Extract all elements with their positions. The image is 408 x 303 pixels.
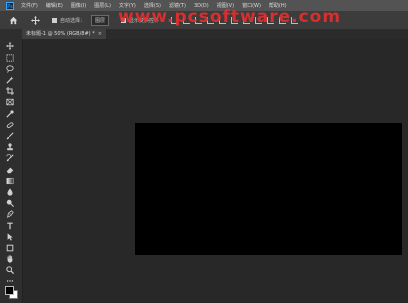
menu-file[interactable]: 文件(F) [21, 2, 38, 9]
menu-window[interactable]: 窗口(W) [242, 2, 261, 9]
clone-stamp-tool-icon[interactable] [3, 142, 17, 152]
align-left-icon[interactable] [171, 16, 179, 24]
type-tool-icon[interactable] [3, 221, 17, 231]
auto-select-dropdown[interactable]: 图层 [91, 14, 110, 26]
hand-tool-icon[interactable] [3, 254, 17, 264]
menu-select[interactable]: 选择(S) [144, 2, 161, 9]
show-transform-checkbox[interactable] [121, 17, 127, 23]
crop-tool-icon[interactable] [3, 86, 17, 96]
menu-help[interactable]: 帮助(H) [269, 2, 287, 9]
dodge-tool-icon[interactable] [3, 198, 17, 208]
more-options-icon[interactable] [291, 16, 299, 24]
marquee-tool-icon[interactable] [3, 53, 17, 63]
menu-edit[interactable]: 编辑(E) [46, 2, 63, 9]
options-bar: 自动选择： 图层 显示变换控件 [0, 11, 408, 30]
menu-view[interactable]: 视图(V) [217, 2, 234, 9]
align-middle-icon[interactable] [219, 16, 227, 24]
align-top-icon[interactable] [207, 16, 215, 24]
move-tool-option-icon[interactable] [28, 13, 42, 27]
path-selection-tool-icon[interactable] [3, 232, 17, 242]
toolbar-grip[interactable] [0, 29, 22, 39]
auto-select-checkbox[interactable] [52, 17, 57, 23]
magic-wand-tool-icon[interactable] [3, 75, 17, 85]
tools-panel [0, 39, 23, 303]
show-transform-control[interactable]: 显示变换控件 [121, 17, 159, 24]
document-tab[interactable]: 未标题-1 @ 50% (RGB/8#) * × [22, 29, 106, 39]
more-tools-icon[interactable] [3, 276, 17, 286]
align-bottom-icon[interactable] [231, 16, 239, 24]
show-transform-label: 显示变换控件 [129, 17, 160, 24]
menu-type[interactable]: 文字(Y) [119, 2, 136, 9]
rectangle-tool-icon[interactable] [3, 243, 17, 253]
home-icon[interactable] [6, 13, 20, 27]
distribute-left-icon[interactable] [243, 16, 251, 24]
document-tab-bar: 未标题-1 @ 50% (RGB/8#) * × [22, 29, 408, 39]
spot-healing-tool-icon[interactable] [3, 120, 17, 130]
eraser-tool-icon[interactable] [3, 165, 17, 175]
history-brush-tool-icon[interactable] [3, 153, 17, 163]
distribute-center-icon[interactable] [255, 16, 263, 24]
pen-tool-icon[interactable] [3, 209, 17, 219]
brush-tool-icon[interactable] [3, 131, 17, 141]
menu-layer[interactable]: 图层(L) [94, 2, 111, 9]
lasso-tool-icon[interactable] [3, 64, 17, 74]
move-tool-icon[interactable] [3, 41, 17, 51]
menu-filter[interactable]: 滤镜(T) [169, 2, 186, 9]
align-right-icon[interactable] [195, 16, 203, 24]
menu-image[interactable]: 图像(I) [71, 2, 86, 9]
align-buttons [171, 16, 299, 24]
distribute-right-icon[interactable] [267, 16, 275, 24]
blur-tool-icon[interactable] [3, 187, 17, 197]
foreground-color-swatch[interactable] [5, 286, 14, 295]
distribute-top-icon[interactable] [279, 16, 287, 24]
auto-select-label: 自动选择： [60, 17, 86, 24]
zoom-tool-icon[interactable] [3, 265, 17, 275]
menu-3d[interactable]: 3D(D) [194, 3, 209, 9]
close-icon[interactable]: × [98, 29, 102, 39]
auto-select-value: 图层 [95, 17, 106, 24]
document-tab-title: 未标题-1 @ 50% (RGB/8#) * [26, 31, 95, 37]
document-canvas[interactable] [135, 123, 402, 255]
photoshop-logo-icon: Ps [6, 1, 14, 10]
menu-bar: Ps 文件(F) 编辑(E) 图像(I) 图层(L) 文字(Y) 选择(S) 滤… [0, 0, 408, 11]
frame-tool-icon[interactable] [3, 97, 17, 107]
gradient-tool-icon[interactable] [3, 176, 17, 186]
align-center-icon[interactable] [183, 16, 191, 24]
eyedropper-tool-icon[interactable] [3, 109, 17, 119]
